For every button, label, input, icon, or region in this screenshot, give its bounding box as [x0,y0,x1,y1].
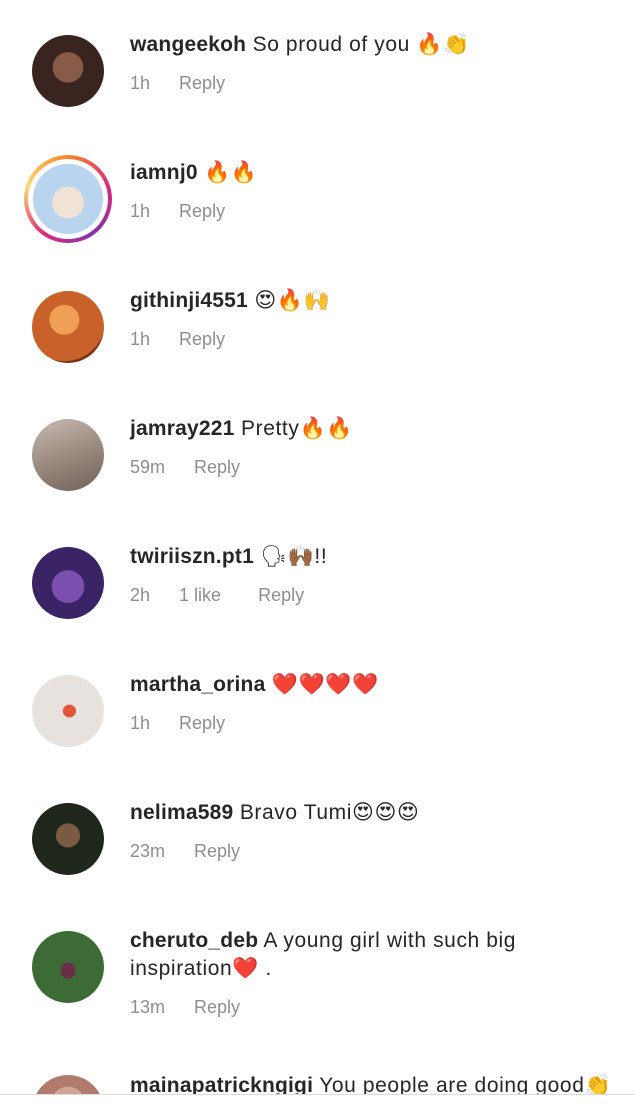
reply-button[interactable]: Reply [179,713,225,734]
comment-meta: 2h 1 like Reply [130,585,304,606]
comment-body: 🗣🙌🏾!! [260,545,328,568]
comment-meta: 1h Reply [130,713,225,734]
avatar-image [33,164,103,234]
username[interactable]: githinji4551 [130,289,248,312]
avatar[interactable] [32,547,104,619]
avatar[interactable] [24,155,112,243]
comment-text: cheruto_deb A young girl with such big i… [130,927,617,983]
reply-button[interactable]: Reply [179,73,225,94]
reply-button[interactable]: Reply [179,329,225,350]
reply-button[interactable]: Reply [194,997,240,1018]
comment-item: cheruto_deb A young girl with such big i… [0,896,635,1056]
comment-meta: 23m Reply [130,841,240,862]
comment-item: githinji4551 😍🔥🙌 1h Reply [0,256,635,384]
comment-meta: 13m Reply [130,997,240,1018]
bottom-divider [0,1094,635,1105]
username[interactable]: nelima589 [130,801,233,824]
reply-button[interactable]: Reply [194,457,240,478]
avatar[interactable] [32,35,104,107]
comment-item: iamnj0 🔥🔥 1h Reply [0,128,635,256]
comment-time: 1h [130,713,151,733]
comment-item: jamray221 Pretty🔥🔥 59m Reply [0,384,635,512]
comment-body: 🔥🔥 [204,161,258,184]
comment-time: 1h [130,73,151,93]
comment-item: martha_orina ❤️❤️❤️❤️ 1h Reply [0,640,635,768]
username[interactable]: cheruto_deb [130,929,258,952]
avatar[interactable] [32,419,104,491]
comment-text: githinji4551 😍🔥🙌 [130,287,617,315]
comment-text: wangeekoh So proud of you 🔥👏 [130,31,617,59]
username[interactable]: twiriiszn.pt1 [130,545,254,568]
comment-body: ❤️❤️❤️❤️ [271,673,379,696]
comment-text: martha_orina ❤️❤️❤️❤️ [130,671,617,699]
avatar[interactable] [32,803,104,875]
comment-time: 2h [130,585,151,605]
comment-time: 23m [130,841,166,861]
reply-button[interactable]: Reply [258,585,304,606]
comment-item: twiriiszn.pt1 🗣🙌🏾!! 2h 1 like Reply [0,512,635,640]
comment-meta: 1h Reply [130,73,225,94]
username[interactable]: wangeekoh [130,33,246,56]
avatar[interactable] [32,675,104,747]
comment-item: wangeekoh So proud of you 🔥👏 1h Reply [0,0,635,128]
username[interactable]: jamray221 [130,417,235,440]
comment-text: iamnj0 🔥🔥 [130,159,617,187]
comment-text: nelima589 Bravo Tumi😍😍😍 [130,799,617,827]
comment-time: 1h [130,329,151,349]
avatar[interactable] [32,291,104,363]
avatar[interactable] [32,931,104,1003]
comment-body: So proud of you 🔥👏 [252,33,470,56]
comment-body: 😍🔥🙌 [254,289,331,312]
reply-button[interactable]: Reply [194,841,240,862]
comment-body: Pretty🔥🔥 [241,417,353,440]
comment-body: Bravo Tumi😍😍😍 [239,801,420,824]
story-ring [28,159,108,239]
comment-meta: 59m Reply [130,457,240,478]
comment-text: twiriiszn.pt1 🗣🙌🏾!! [130,543,617,571]
comment-time: 1h [130,201,151,221]
comment-meta: 1h Reply [130,201,225,222]
comment-item: nelima589 Bravo Tumi😍😍😍 23m Reply [0,768,635,896]
username[interactable]: martha_orina [130,673,265,696]
reply-button[interactable]: Reply [179,201,225,222]
comment-likes[interactable]: 1 like [179,585,221,606]
comment-time: 13m [130,997,166,1017]
comment-text: jamray221 Pretty🔥🔥 [130,415,617,443]
comment-meta: 1h Reply [130,329,225,350]
comment-time: 59m [130,457,166,477]
username[interactable]: iamnj0 [130,161,198,184]
